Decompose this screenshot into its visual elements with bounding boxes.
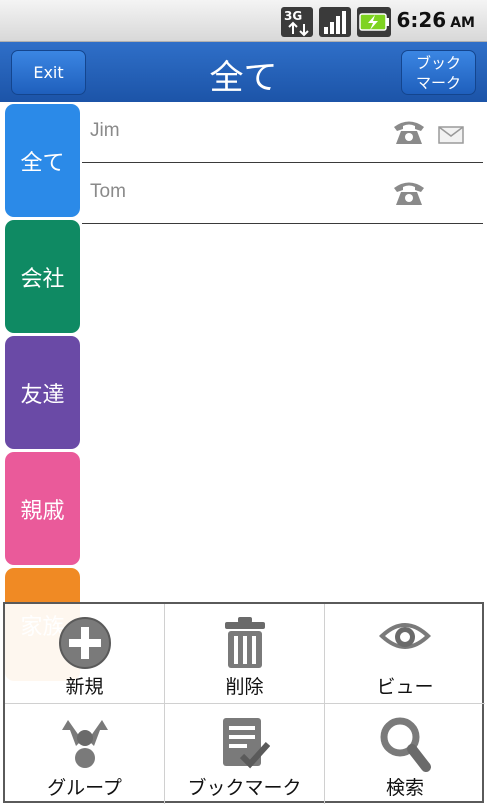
- menu-item-group[interactable]: グループ: [5, 704, 165, 804]
- mail-icon[interactable]: [438, 126, 464, 148]
- menu-item-delete[interactable]: 削除: [165, 604, 325, 704]
- contact-name: Tom: [90, 181, 126, 202]
- contact-row[interactable]: Jim: [82, 102, 483, 163]
- menu-item-view[interactable]: ビュー: [325, 604, 485, 704]
- trash-icon: [221, 616, 269, 674]
- battery-charging-icon: [357, 7, 391, 41]
- title-bar: Exit 全て ブック マーク: [0, 42, 487, 102]
- search-icon: [379, 716, 431, 776]
- bookmark-list-icon: [220, 716, 270, 776]
- status-bar: 3G 6:26 AM: [0, 0, 487, 42]
- group-icon: [58, 716, 112, 776]
- network-3g-icon: 3G: [281, 7, 313, 41]
- add-icon: [58, 616, 112, 674]
- status-clock: 6:26 AM: [396, 8, 475, 32]
- bookmark-button-label-line2: マーク: [415, 74, 461, 92]
- menu-item-new[interactable]: 新規: [5, 604, 165, 704]
- content-area: 全て 会社 友達 親戚 家族 Jim Tom: [0, 102, 487, 808]
- menu-item-label: ブックマーク: [187, 777, 302, 799]
- menu-item-label: 新規: [65, 676, 104, 698]
- category-tab-all[interactable]: 全て: [5, 104, 80, 217]
- phone-icon[interactable]: [392, 118, 426, 150]
- contact-row[interactable]: Tom: [82, 163, 483, 224]
- menu-item-label: ビュー: [376, 676, 434, 698]
- menu-item-label: 削除: [225, 676, 264, 698]
- svg-text:3G: 3G: [284, 9, 302, 23]
- menu-item-label: グループ: [47, 777, 122, 799]
- contact-name: Jim: [90, 120, 120, 141]
- category-tab-relatives[interactable]: 親戚: [5, 452, 80, 565]
- bookmark-button-label-line1: ブック: [415, 54, 461, 72]
- menu-item-search[interactable]: 検索: [325, 704, 485, 804]
- phone-icon[interactable]: [392, 179, 426, 211]
- signal-strength-icon: [319, 7, 351, 41]
- bookmark-button[interactable]: ブック マーク: [401, 50, 476, 95]
- menu-item-bookmark[interactable]: ブックマーク: [165, 704, 325, 804]
- category-tab-company[interactable]: 会社: [5, 220, 80, 333]
- category-tab-friends[interactable]: 友達: [5, 336, 80, 449]
- options-menu: 新規 削除 ビュー グループ ブックマーク 検索: [3, 602, 485, 804]
- menu-item-label: 検索: [385, 777, 424, 799]
- eye-icon: [377, 616, 433, 660]
- contact-list: Jim Tom: [82, 102, 483, 224]
